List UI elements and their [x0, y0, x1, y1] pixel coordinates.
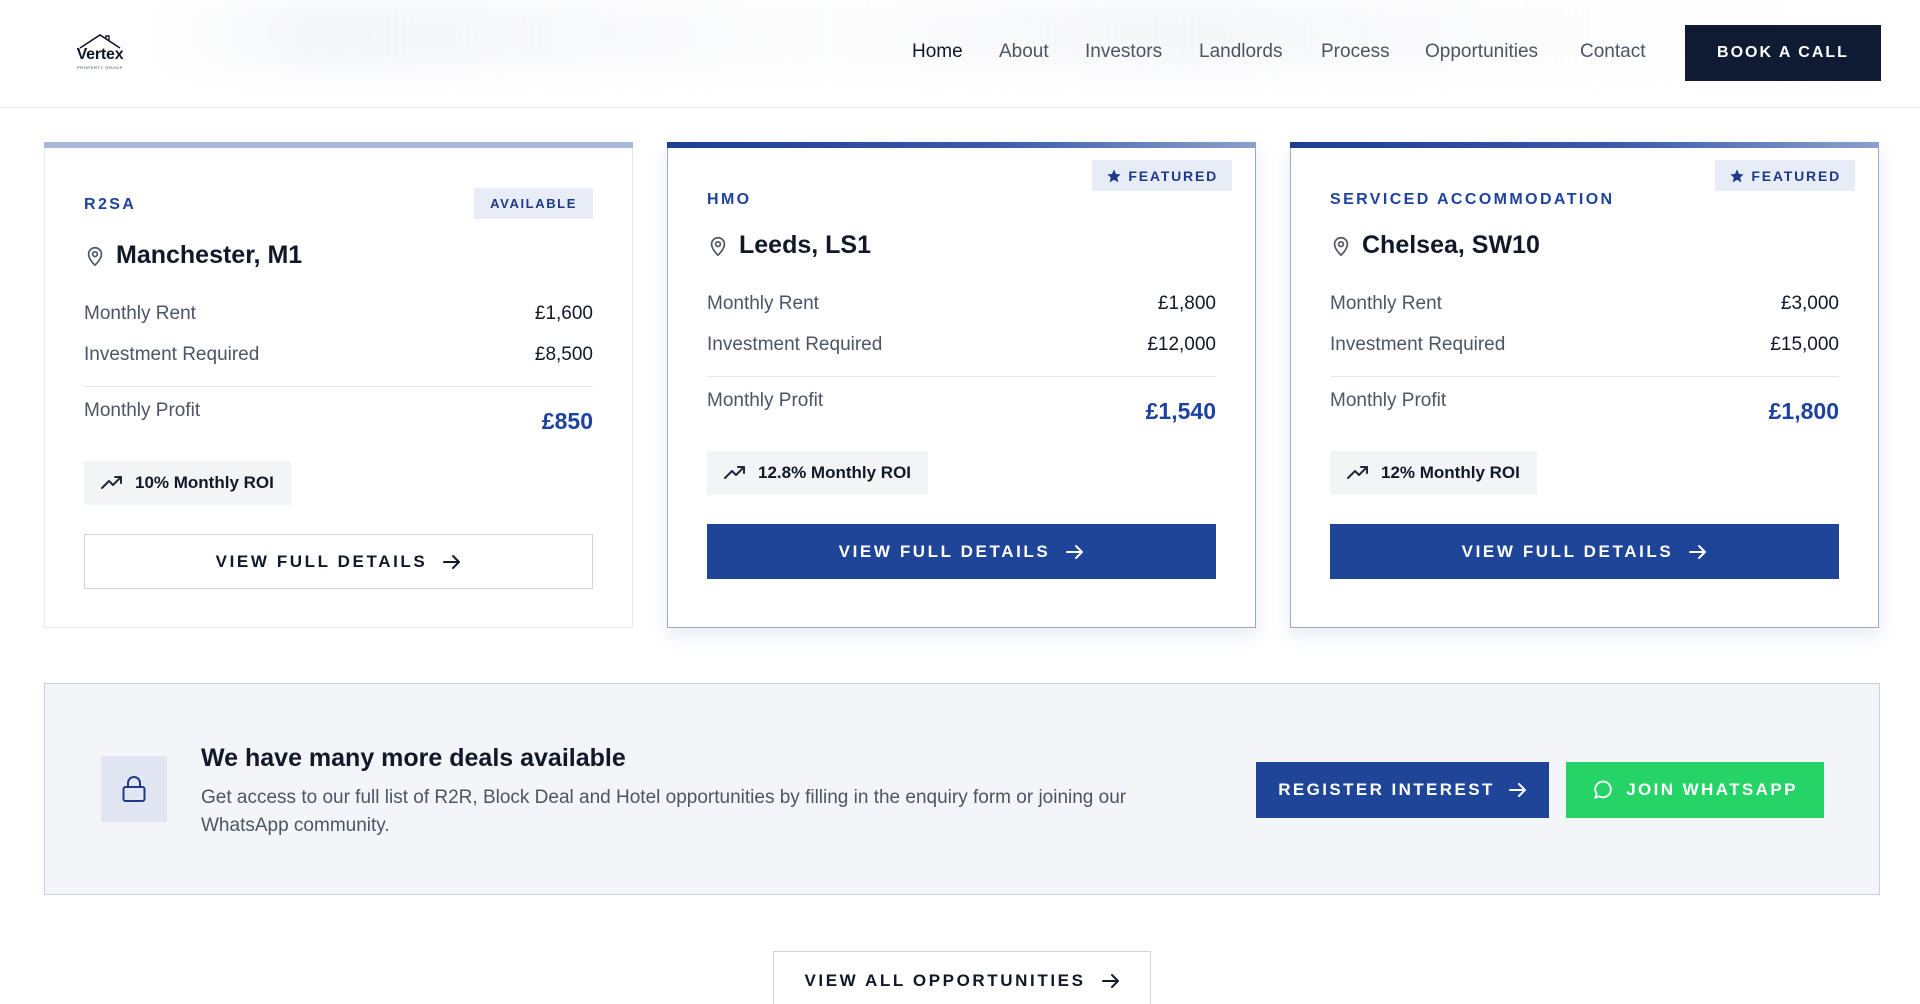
nav-contact[interactable]: Contact: [1580, 41, 1645, 63]
map-pin-icon: [1333, 236, 1349, 256]
monthly-profit-value: £1,540: [1145, 398, 1216, 424]
trending-up-icon: [724, 466, 745, 479]
monthly-profit-label: Monthly Profit: [84, 400, 201, 421]
location-text: Chelsea, SW10: [1362, 231, 1540, 259]
investment-row: Investment Required £12,000: [707, 334, 1216, 356]
card-top-accent: [44, 142, 633, 148]
deal-type: HMO: [707, 191, 752, 208]
monthly-rent-row: Monthly Rent £1,800: [707, 293, 1216, 315]
nav-about[interactable]: About: [999, 41, 1049, 63]
monthly-profit-value: £850: [541, 408, 593, 434]
investment-value: £8,500: [534, 344, 593, 365]
status-badge: AVAILABLE: [474, 188, 593, 219]
divider: [84, 386, 593, 387]
more-deals-banner: We have many more deals available Get ac…: [44, 683, 1880, 895]
monthly-rent-value: £3,000: [1780, 293, 1839, 314]
featured-badge: FEATURED: [1092, 160, 1232, 191]
deal-location: Manchester, M1: [84, 241, 302, 270]
trending-up-icon: [1347, 466, 1368, 479]
button-label: JOIN WHATSAPP: [1626, 780, 1798, 799]
register-interest-button[interactable]: REGISTER INTEREST: [1256, 762, 1549, 818]
monthly-rent-row: Monthly Rent £3,000: [1330, 293, 1839, 315]
investment-row: Investment Required £8,500: [84, 344, 593, 366]
divider: [1330, 376, 1839, 377]
view-all-opportunities-button[interactable]: VIEW ALL OPPORTUNITIES: [773, 951, 1151, 1004]
roi-badge: 10% Monthly ROI: [84, 461, 291, 505]
view-full-details-button[interactable]: VIEW FULL DETAILS: [707, 524, 1216, 579]
nav-opportunities[interactable]: Opportunities: [1425, 41, 1538, 63]
monthly-rent-value: £1,800: [1157, 293, 1216, 314]
view-full-details-button[interactable]: VIEW FULL DETAILS: [84, 534, 593, 589]
investment-label: Investment Required: [707, 334, 883, 355]
location-text: Leeds, LS1: [739, 231, 871, 259]
button-label: VIEW ALL OPPORTUNITIES: [804, 971, 1086, 990]
button-label: VIEW FULL DETAILS: [838, 541, 1051, 561]
button-label: VIEW FULL DETAILS: [215, 551, 428, 571]
nav-home[interactable]: Home: [912, 41, 963, 63]
deal-card-chelsea: FEATURED SERVICED ACCOMMODATION Chelsea,…: [1290, 142, 1879, 628]
roi-text: 12.8% Monthly ROI: [758, 463, 912, 482]
featured-badge-label: FEATURED: [1128, 167, 1218, 184]
investment-label: Investment Required: [84, 344, 260, 365]
nav-investors[interactable]: Investors: [1085, 41, 1162, 63]
deal-type: R2SA: [84, 196, 137, 213]
arrow-right-icon: [443, 554, 461, 569]
investment-label: Investment Required: [1330, 334, 1506, 355]
monthly-profit-value: £1,800: [1768, 398, 1839, 424]
monthly-profit-row: Monthly Profit £1,800: [1330, 390, 1839, 425]
monthly-profit-label: Monthly Profit: [1330, 390, 1447, 411]
card-top-accent: [1290, 142, 1879, 148]
view-full-details-button[interactable]: VIEW FULL DETAILS: [1330, 524, 1839, 579]
location-text: Manchester, M1: [116, 241, 303, 269]
button-label: REGISTER INTEREST: [1278, 780, 1495, 799]
deal-location: Leeds, LS1: [707, 231, 871, 260]
deal-card-leeds: FEATURED HMO Leeds, LS1 Monthly Rent £1,…: [667, 142, 1256, 628]
card-top-accent: [667, 142, 1256, 148]
monthly-rent-label: Monthly Rent: [707, 293, 819, 314]
investment-value: £15,000: [1770, 334, 1839, 355]
monthly-profit-row: Monthly Profit £1,540: [707, 390, 1216, 425]
monthly-rent-label: Monthly Rent: [84, 303, 196, 324]
monthly-rent-value: £1,600: [534, 303, 593, 324]
star-icon: [1730, 168, 1745, 182]
lock-icon: [122, 776, 146, 802]
investment-value: £12,000: [1147, 334, 1216, 355]
map-pin-icon: [87, 246, 103, 266]
join-whatsapp-button[interactable]: JOIN WHATSAPP: [1566, 762, 1824, 818]
monthly-rent-label: Monthly Rent: [1330, 293, 1442, 314]
monthly-profit-row: Monthly Profit £850: [84, 400, 593, 435]
star-icon: [1107, 168, 1122, 182]
nav-landlords[interactable]: Landlords: [1199, 41, 1282, 63]
vertex-logo[interactable]: Vertex PROPERTY GROUP: [72, 33, 128, 73]
button-label: VIEW FULL DETAILS: [1461, 541, 1674, 561]
lock-icon-box: [101, 756, 167, 822]
roi-badge: 12.8% Monthly ROI: [707, 451, 929, 495]
trending-up-icon: [101, 476, 122, 489]
message-circle-icon: [1594, 780, 1612, 799]
roi-text: 12% Monthly ROI: [1381, 463, 1520, 482]
nav-process[interactable]: Process: [1321, 41, 1390, 63]
investment-row: Investment Required £15,000: [1330, 334, 1839, 356]
featured-badge: FEATURED: [1715, 160, 1855, 191]
deal-card-manchester: R2SA AVAILABLE Manchester, M1 Monthly Re…: [44, 142, 633, 628]
banner-title: We have many more deals available: [201, 744, 626, 772]
map-pin-icon: [710, 236, 726, 256]
arrow-right-icon: [1508, 783, 1526, 797]
roi-text: 10% Monthly ROI: [135, 473, 274, 492]
site-header: Vertex PROPERTY GROUP Home About Investo…: [0, 0, 1920, 108]
roi-badge: 12% Monthly ROI: [1330, 451, 1537, 495]
monthly-profit-label: Monthly Profit: [707, 390, 824, 411]
book-a-call-button[interactable]: BOOK A CALL: [1685, 25, 1881, 81]
featured-badge-label: FEATURED: [1751, 167, 1841, 184]
banner-text: Get access to our full list of R2R, Bloc…: [201, 787, 1127, 836]
logo-subtext: PROPERTY GROUP: [76, 65, 124, 70]
monthly-rent-row: Monthly Rent £1,600: [84, 303, 593, 325]
deal-type: SERVICED ACCOMMODATION: [1330, 191, 1615, 208]
divider: [707, 376, 1216, 377]
deal-location: Chelsea, SW10: [1330, 231, 1540, 260]
arrow-right-icon: [1101, 974, 1119, 988]
arrow-right-icon: [1689, 544, 1707, 559]
arrow-right-icon: [1066, 544, 1084, 559]
logo-text: Vertex: [76, 46, 124, 63]
